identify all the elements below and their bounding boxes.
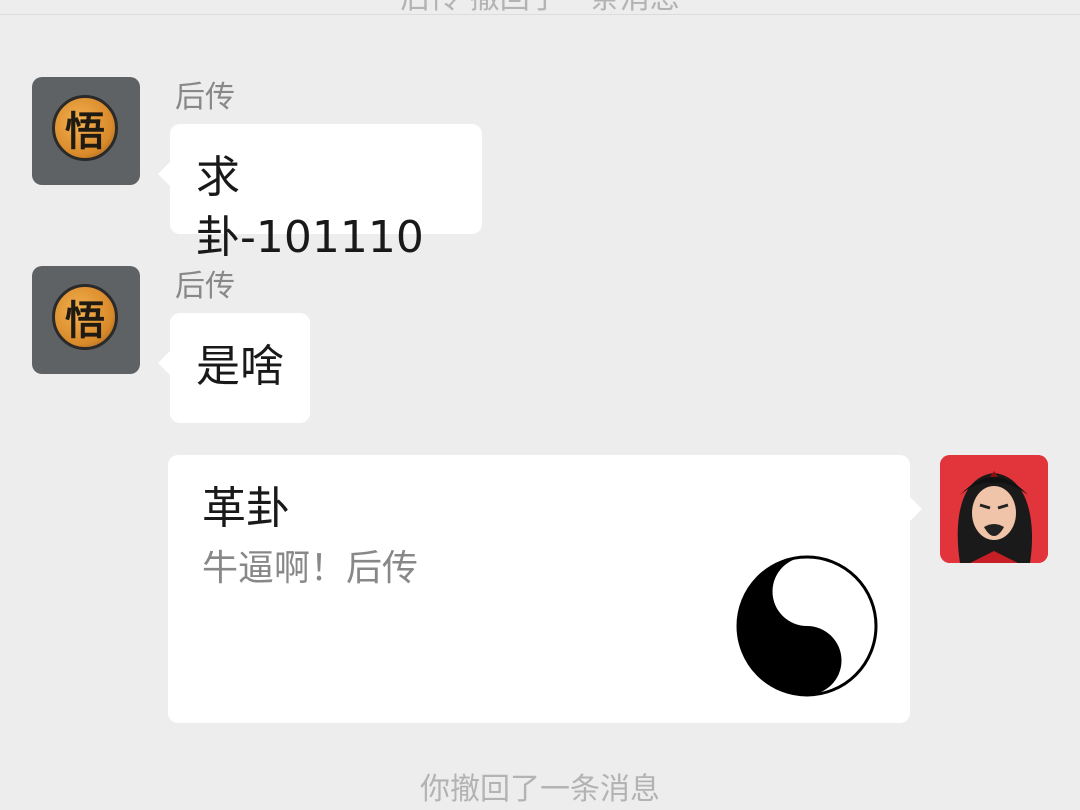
avatar-emblem: 悟 bbox=[52, 95, 118, 161]
sender-avatar[interactable]: 悟 bbox=[32, 77, 140, 185]
my-avatar[interactable] bbox=[940, 455, 1048, 563]
avatar-emblem: 悟 bbox=[52, 284, 118, 350]
message-bubble[interactable]: 求卦-101110 bbox=[158, 124, 482, 263]
sender-avatar[interactable]: 悟 bbox=[32, 266, 140, 374]
share-card-description: 牛逼啊！后传 bbox=[202, 548, 419, 589]
share-card[interactable]: 革卦 牛逼啊！后传 bbox=[168, 455, 922, 723]
message-bubble[interactable]: 是啥 bbox=[158, 313, 310, 423]
system-notice-recalled: 你撤回了一条消息 bbox=[420, 772, 660, 807]
sender-name: 后传 bbox=[175, 80, 235, 115]
portrait-icon bbox=[940, 455, 1048, 563]
system-notice-recalled: 后传 撤回了一条消息 bbox=[0, 0, 1080, 15]
yin-yang-icon bbox=[736, 555, 878, 697]
sender-name: 后传 bbox=[175, 269, 235, 304]
share-card-title: 革卦 bbox=[202, 483, 290, 534]
